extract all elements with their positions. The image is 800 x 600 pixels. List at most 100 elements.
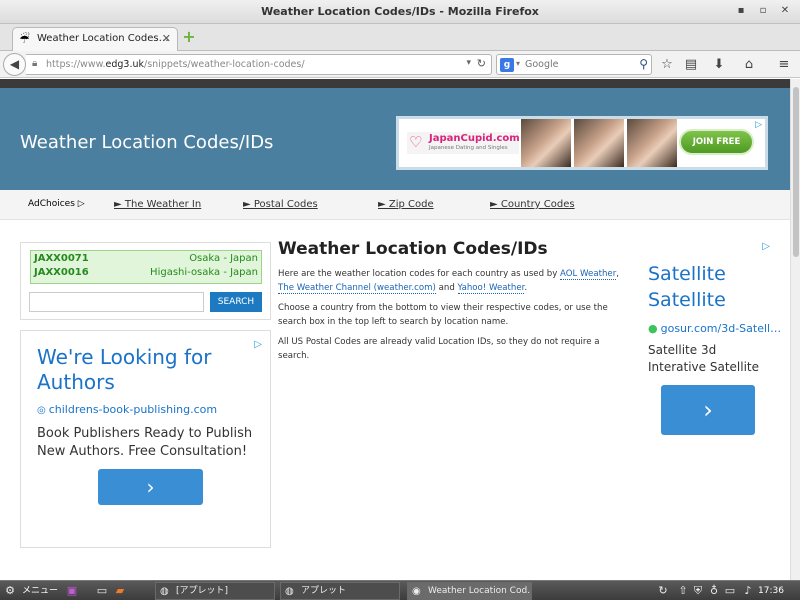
location-search-widget: JAXX0071 Osaka - Japan JAXX0016 Higashi-… bbox=[20, 242, 271, 320]
menu-button[interactable]: メニュー bbox=[22, 583, 58, 599]
location-pin-icon: ● bbox=[648, 322, 658, 335]
minimize-button[interactable]: ▪ bbox=[734, 4, 748, 18]
taskbar-task[interactable]: ◍ アプレット bbox=[280, 582, 400, 600]
window-titlebar: Weather Location Codes/IDs - Mozilla Fir… bbox=[0, 0, 800, 24]
top-strip bbox=[0, 79, 790, 88]
tab-bar: ☔ Weather Location Codes… ✕ + bbox=[0, 24, 800, 51]
clock[interactable]: 17:36 bbox=[758, 583, 784, 599]
banner-photo bbox=[574, 119, 624, 167]
app-icon: ◍ bbox=[285, 586, 294, 597]
adchoices-label[interactable]: AdChoices ▷ bbox=[28, 199, 85, 209]
ad-headline[interactable]: We're Looking for Authors bbox=[37, 345, 257, 395]
result-code: JAXX0016 bbox=[34, 267, 89, 278]
link-country-codes[interactable]: ► Country Codes bbox=[490, 199, 575, 210]
maximize-button[interactable]: ▫ bbox=[756, 4, 770, 18]
result-row[interactable]: JAXX0071 Osaka - Japan bbox=[34, 253, 258, 267]
site-title[interactable]: Weather Location Codes/IDs bbox=[20, 132, 273, 153]
search-bar[interactable]: g ▾ ⚲ bbox=[496, 54, 652, 75]
banner-ad[interactable]: ♡ JapanCupid.com Japanese Dating and Sin… bbox=[396, 116, 768, 170]
banner-brand: JapanCupid.com bbox=[429, 133, 520, 144]
volume-tray-icon[interactable]: ♪ bbox=[740, 583, 756, 599]
search-button[interactable]: SEARCH bbox=[210, 292, 262, 312]
instructions-paragraph: Choose a country from the bottom to view… bbox=[278, 303, 608, 327]
lock-icon: 🔒︎ bbox=[32, 58, 38, 69]
display-tray-icon[interactable]: ▭ bbox=[722, 583, 738, 599]
close-window-button[interactable]: ✕ bbox=[778, 4, 792, 18]
postal-codes-paragraph: All US Postal Codes are already valid Lo… bbox=[278, 337, 600, 361]
taskbar-task[interactable]: ◍ [アプレット] bbox=[155, 582, 275, 600]
ad-arrow-button[interactable]: › bbox=[661, 385, 755, 435]
result-location: Osaka - Japan bbox=[189, 253, 258, 264]
reload-icon[interactable]: ↻ bbox=[477, 57, 486, 70]
home-icon[interactable]: ⌂ bbox=[740, 56, 758, 74]
ad-text: Satellite 3d Interative Satellite bbox=[648, 343, 760, 374]
intro-paragraph: Here are the weather location codes for … bbox=[278, 269, 619, 294]
link-postal-codes[interactable]: ► Postal Codes bbox=[243, 199, 318, 210]
ad-headline[interactable]: Satellite Satellite bbox=[648, 261, 768, 313]
engine-dropdown-icon[interactable]: ▾ bbox=[516, 59, 520, 68]
adchoices-icon[interactable]: ▷ bbox=[762, 241, 770, 252]
result-location: Higashi-osaka - Japan bbox=[150, 267, 258, 278]
tab-close-icon[interactable]: ✕ bbox=[162, 32, 171, 45]
new-tab-button[interactable]: + bbox=[181, 29, 197, 45]
result-row[interactable]: JAXX0016 Higashi-osaka - Japan bbox=[34, 267, 258, 281]
search-icon[interactable]: ⚲ bbox=[639, 57, 648, 71]
join-free-button[interactable]: JOIN FREE NOW bbox=[679, 129, 754, 169]
terminal-icon[interactable]: ▭ bbox=[94, 583, 110, 599]
scrollbar-thumb[interactable] bbox=[793, 87, 799, 257]
browser-tab[interactable]: ☔ Weather Location Codes… ✕ bbox=[12, 27, 178, 51]
settings-gear-icon[interactable]: ⚙ bbox=[2, 583, 18, 599]
link-bar: AdChoices ▷ ► The Weather In ► Postal Co… bbox=[0, 190, 790, 220]
main-content: Weather Location Codes/IDs Here are the … bbox=[278, 239, 628, 369]
right-ad[interactable]: ▷ Satellite Satellite ● gosur.com/3d-Sate… bbox=[640, 241, 781, 441]
banner-logo: ♡ JapanCupid.com Japanese Dating and Sin… bbox=[407, 132, 520, 154]
left-ad[interactable]: ▷ We're Looking for Authors ◎ childrens-b… bbox=[20, 330, 271, 548]
downloads-icon[interactable]: ⬇ bbox=[710, 56, 728, 74]
search-results: JAXX0071 Osaka - Japan JAXX0016 Higashi-… bbox=[30, 250, 262, 284]
link-zip-code[interactable]: ► Zip Code bbox=[378, 199, 434, 210]
heart-icon: ♡ bbox=[409, 133, 423, 151]
ad-url[interactable]: ◎ childrens-book-publishing.com bbox=[37, 403, 217, 416]
firefox-icon: ◉ bbox=[412, 586, 421, 597]
banner-tagline: Japanese Dating and Singles bbox=[429, 145, 508, 151]
network-tray-icon[interactable]: ♁ bbox=[706, 583, 722, 599]
search-input[interactable] bbox=[525, 57, 630, 72]
result-code: JAXX0071 bbox=[34, 253, 89, 264]
refresh-tray-icon[interactable]: ↻ bbox=[655, 583, 671, 599]
back-button[interactable]: ◀ bbox=[3, 53, 26, 76]
ad-text: Book Publishers Ready to Publish New Aut… bbox=[37, 426, 253, 459]
globe-icon: ◎ bbox=[37, 405, 46, 416]
banner-photo bbox=[627, 119, 677, 167]
bookmark-star-icon[interactable]: ☆ bbox=[658, 56, 676, 74]
system-taskbar: ⚙ メニュー ▣ ▭ ▰ ◍ [アプレット] ◍ アプレット ◉ Weather Lo… bbox=[0, 580, 800, 600]
app-icon: ◍ bbox=[160, 586, 169, 597]
ad-url[interactable]: ● gosur.com/3d-Satell… bbox=[648, 322, 781, 335]
adchoices-icon[interactable]: ▷ bbox=[755, 120, 762, 130]
tab-label: Weather Location Codes… bbox=[37, 33, 169, 44]
location-search-input[interactable] bbox=[29, 292, 204, 312]
reading-list-icon[interactable]: ▤ bbox=[682, 56, 700, 74]
site-header: Weather Location Codes/IDs ♡ JapanCupid.… bbox=[0, 88, 790, 190]
app-launcher-icon[interactable]: ▣ bbox=[64, 583, 80, 599]
link-weather-in[interactable]: ► The Weather In bbox=[114, 199, 201, 210]
site-favicon-icon: ☔ bbox=[19, 32, 30, 46]
ad-arrow-button[interactable]: › bbox=[98, 469, 203, 505]
url-bar[interactable]: 🔒︎ https://www.edg3.uk/snippets/weather-… bbox=[26, 54, 492, 75]
link-yahoo-weather[interactable]: Yahoo! Weather bbox=[457, 283, 525, 294]
link-aol-weather[interactable]: AOL Weather bbox=[560, 269, 617, 280]
url-history-dropdown-icon[interactable]: ▾ bbox=[466, 58, 471, 68]
upload-tray-icon[interactable]: ⇧ bbox=[675, 583, 691, 599]
web-page: Weather Location Codes/IDs ♡ JapanCupid.… bbox=[0, 79, 790, 580]
navigation-bar: ◀ 🔒︎ https://www.edg3.uk/snippets/weathe… bbox=[0, 51, 800, 78]
google-engine-icon[interactable]: g bbox=[500, 58, 514, 72]
page-heading: Weather Location Codes/IDs bbox=[278, 239, 548, 259]
banner-photo bbox=[521, 119, 571, 167]
page-scrollbar[interactable] bbox=[790, 79, 800, 580]
menu-icon[interactable]: ≡ bbox=[775, 56, 793, 74]
files-icon[interactable]: ▰ bbox=[112, 583, 128, 599]
url-text[interactable]: https://www.edg3.uk/snippets/weather-loc… bbox=[46, 59, 305, 70]
taskbar-task-firefox[interactable]: ◉ Weather Location Cod… bbox=[407, 582, 532, 600]
window-title: Weather Location Codes/IDs - Mozilla Fir… bbox=[261, 5, 539, 18]
shield-tray-icon[interactable]: ⛨ bbox=[690, 583, 706, 599]
link-weather-channel[interactable]: The Weather Channel (weather.com) bbox=[278, 283, 436, 294]
